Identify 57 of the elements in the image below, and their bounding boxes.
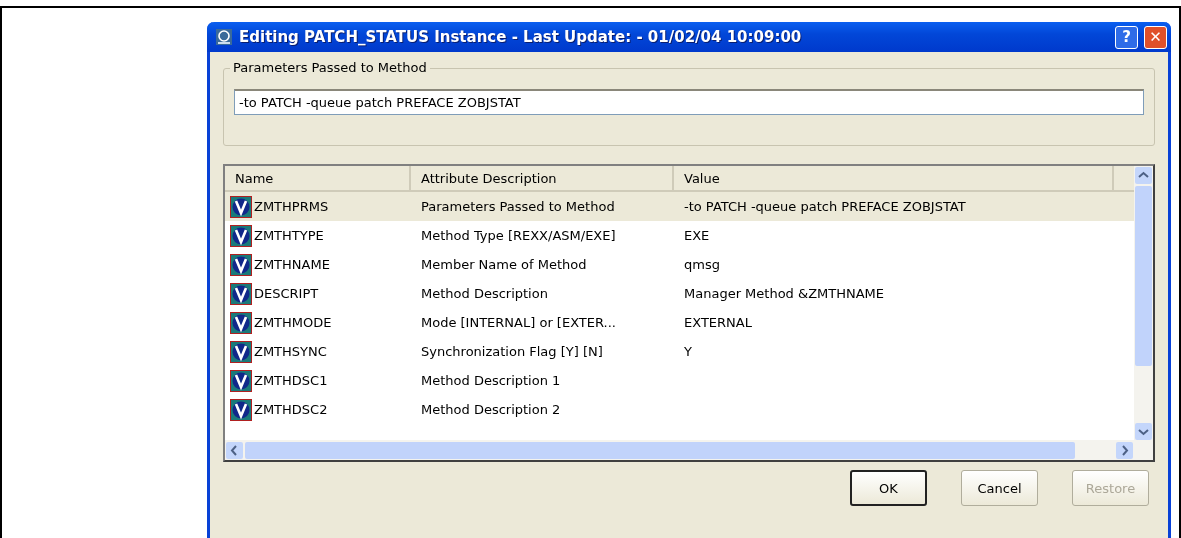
table-cell: EXE [684,228,710,243]
table-row[interactable]: ZMTHPRMS Parameters Passed to Method -to PATCH -queue patch PREFACE ZOBJSTAT [225,192,1134,221]
table-cell: Method Description 1 [421,373,561,388]
app-icon [215,28,233,46]
table-cell: Method Description [421,286,548,301]
parameters-field[interactable]: -to PATCH -queue patch PREFACE ZOBJSTAT [234,89,1144,115]
scroll-left-icon[interactable] [226,441,243,459]
dialog-button[interactable]: OK [850,470,927,506]
v-icon [230,340,252,363]
table-cell: Manager Method &ZMTHNAME [684,286,885,301]
table-cell: ZMTHNAME [254,257,330,272]
v-icon [230,224,252,247]
table-row[interactable]: ZMTHTYPE Method Type [REXX/ASM/EXE] EXE [225,221,1134,250]
table-row[interactable]: ZMTHSYNC Synchronization Flag [Y] [N] Y [225,337,1134,366]
v-icon [230,369,252,392]
table-cell: ZMTHPRMS [254,199,329,214]
table-cell: qmsg [684,257,720,272]
horizontal-scrollbar[interactable] [225,440,1134,460]
table-cell: ZMTHSYNC [254,344,327,359]
table-row[interactable]: ZMTHDSC1 Method Description 1 [225,366,1134,395]
table-cell: Y [684,344,692,359]
column-header[interactable]: Attribute Description [411,166,674,190]
scroll-right-icon[interactable] [1116,441,1133,459]
window-title: Editing PATCH_STATUS Instance - Last Update: - 01/02/04 10:09:00 [239,28,803,46]
table-cell: Mode [INTERNAL] or [EXTER... [421,315,616,330]
table-row[interactable]: ZMTHMODE Mode [INTERNAL] or [EXTER... EXTERNAL [225,308,1134,337]
column-header[interactable]: Value [674,166,1114,190]
close-button[interactable]: ✕ [1144,25,1167,49]
table-cell: Synchronization Flag [Y] [N] [421,344,603,359]
table-cell: Parameters Passed to Method [421,199,615,214]
scrollbar-thumb[interactable] [245,441,1075,459]
table-cell: Member Name of Method [421,257,587,272]
scrollbar-thumb[interactable] [1135,186,1152,366]
scroll-down-icon[interactable] [1135,423,1152,440]
table-row[interactable]: ZMTHDSC2 Method Description 2 [225,395,1134,424]
table-cell: EXTERNAL [684,315,752,330]
help-button[interactable]: ? [1115,25,1138,49]
table-row[interactable]: ZMTHNAME Member Name of Method qmsg [225,250,1134,279]
table-cell: ZMTHDSC2 [254,402,328,417]
vertical-scrollbar[interactable] [1134,166,1153,460]
table-cell: ZMTHTYPE [254,228,324,243]
v-icon [230,398,252,421]
table-cell: ZMTHDSC1 [254,373,328,388]
v-icon [230,282,252,305]
table-row[interactable]: DESCRIPT Method Description Manager Method &ZMTHNAME [225,279,1134,308]
table-cell: DESCRIPT [254,286,319,301]
v-icon [230,311,252,334]
group-legend: Parameters Passed to Method [230,60,430,75]
table-cell: Method Description 2 [421,402,561,417]
column-header[interactable]: Name [225,166,411,190]
table-cell: ZMTHMODE [254,315,332,330]
v-icon [230,195,252,218]
dialog-button[interactable]: Cancel [961,470,1038,506]
v-icon [230,253,252,276]
table-cell: -to PATCH -queue patch PREFACE ZOBJSTAT [684,199,966,214]
table-cell: Method Type [REXX/ASM/EXE] [421,228,616,243]
scroll-up-icon[interactable] [1135,167,1152,184]
